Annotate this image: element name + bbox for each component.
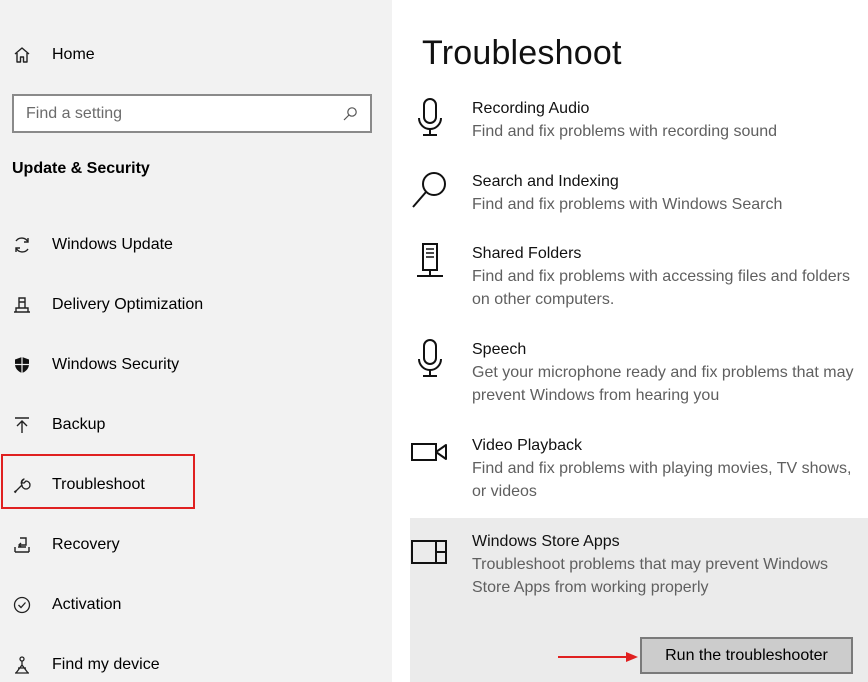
troubleshooter-search-and-indexing[interactable]: Search and Indexing Find and fix problem… <box>410 171 868 231</box>
sidebar-item-label: Windows Security <box>52 356 180 373</box>
troubleshooter-description: Get your microphone ready and fix proble… <box>472 364 854 404</box>
search-icon <box>343 106 357 120</box>
shared-folders-icon <box>417 243 443 277</box>
troubleshooter-name: Speech <box>472 341 527 358</box>
troubleshooter-speech[interactable]: Speech Get your microphone ready and fix… <box>410 339 868 419</box>
troubleshooter-description: Find and fix problems with Windows Searc… <box>472 196 783 213</box>
sidebar-item-delivery-optimization[interactable]: Delivery Optimization <box>0 285 392 325</box>
sidebar-item-backup[interactable]: Backup <box>0 405 392 445</box>
home-icon <box>14 47 30 63</box>
troubleshooter-description: Find and fix problems with accessing fil… <box>472 268 850 308</box>
sidebar-item-label: Delivery Optimization <box>52 296 204 313</box>
video-camera-icon <box>411 443 447 461</box>
home-label: Home <box>52 46 95 63</box>
sidebar-item-activation[interactable]: Activation <box>0 585 392 625</box>
troubleshooter-description: Troubleshoot problems that may prevent W… <box>472 556 829 596</box>
sidebar-item-label: Recovery <box>52 536 120 553</box>
sidebar-item-windows-security[interactable]: Windows Security <box>0 345 392 385</box>
search-icon <box>412 172 446 208</box>
find-device-icon <box>15 656 29 674</box>
sidebar-item-label: Find my device <box>52 656 160 673</box>
recovery-icon <box>14 537 30 553</box>
search-input[interactable] <box>26 104 342 123</box>
home-link[interactable]: Home <box>12 42 95 68</box>
sidebar-item-label: Windows Update <box>52 236 173 253</box>
check-circle-icon <box>13 596 31 614</box>
troubleshooter-name: Search and Indexing <box>472 173 619 190</box>
microphone-icon <box>418 98 442 136</box>
troubleshooter-shared-folders[interactable]: Shared Folders Find and fix problems wit… <box>410 243 868 323</box>
troubleshoot-highlight-box <box>1 454 195 509</box>
shield-icon <box>15 357 29 373</box>
run-troubleshooter-button[interactable]: Run the troubleshooter <box>640 637 853 674</box>
main-content: Troubleshoot Recording Audio Find and fi… <box>392 0 868 682</box>
backup-arrow-icon <box>15 417 29 433</box>
troubleshooter-description: Find and fix problems with playing movie… <box>472 460 852 500</box>
troubleshooter-name: Video Playback <box>472 437 582 454</box>
store-apps-icon <box>411 540 447 564</box>
delivery-optimization-icon <box>14 297 30 313</box>
sidebar-item-find-my-device[interactable]: Find my device <box>0 645 392 682</box>
sidebar-item-label: Activation <box>52 596 122 613</box>
troubleshooter-name: Windows Store Apps <box>472 533 620 550</box>
sidebar-item-windows-update[interactable]: Windows Update <box>0 225 392 265</box>
sidebar-item-label: Backup <box>52 416 106 433</box>
microphone-icon <box>418 339 442 377</box>
section-title: Update & Security <box>12 160 150 177</box>
settings-sidebar: Home Update & Security Windows Update De… <box>0 0 392 682</box>
troubleshooter-description: Find and fix problems with recording sou… <box>472 123 778 140</box>
troubleshooter-name: Recording Audio <box>472 100 590 117</box>
sidebar-item-recovery[interactable]: Recovery <box>0 525 392 565</box>
troubleshooter-video-playback[interactable]: Video Playback Find and fix problems wit… <box>410 435 868 515</box>
search-box[interactable] <box>12 94 372 133</box>
troubleshooter-recording-audio[interactable]: Recording Audio Find and fix problems wi… <box>410 98 868 158</box>
annotation-arrow-icon <box>558 652 638 662</box>
page-title: Troubleshoot <box>422 34 622 72</box>
troubleshooter-name: Shared Folders <box>472 245 582 262</box>
sync-icon <box>15 237 29 253</box>
